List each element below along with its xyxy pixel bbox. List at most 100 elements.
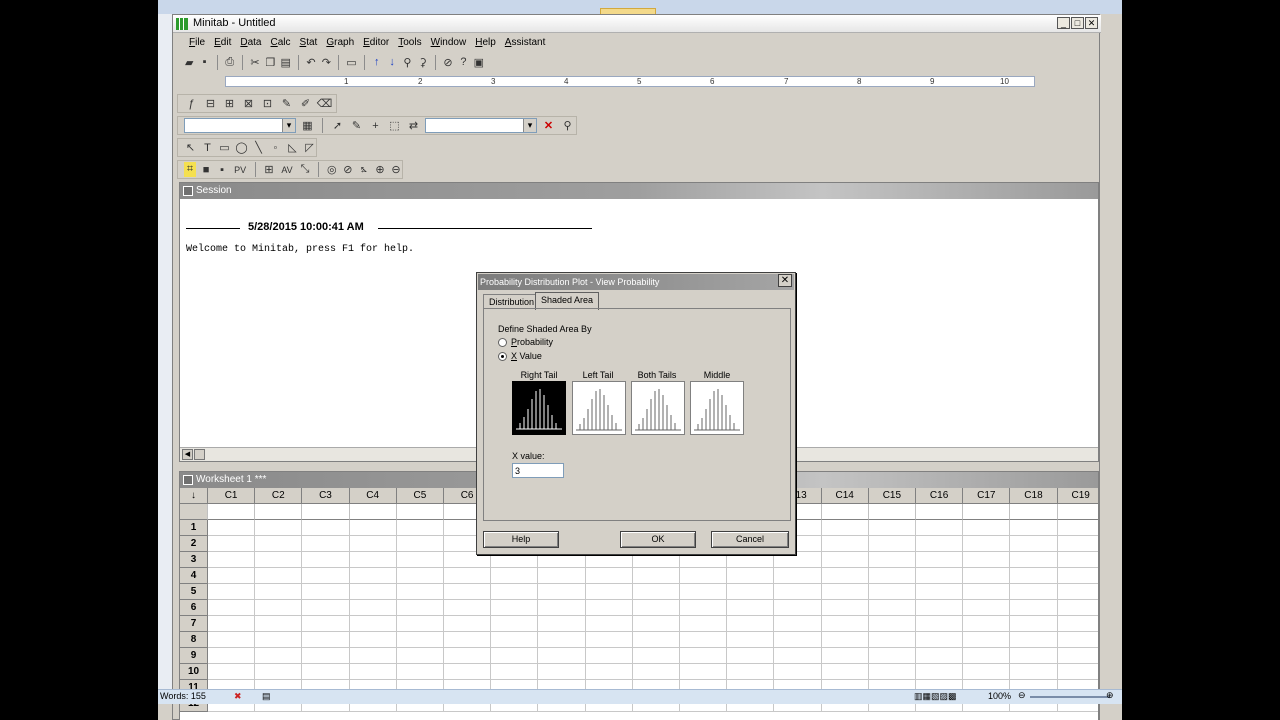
pv-icon[interactable]: PV (232, 162, 248, 177)
worksheet-cell[interactable] (538, 584, 586, 600)
line-tool-icon[interactable]: ╲ (252, 140, 265, 155)
worksheet-cell[interactable] (680, 616, 728, 632)
probability-radio[interactable] (498, 338, 507, 347)
worksheet-cell[interactable] (1057, 648, 1098, 664)
arrow-up-icon[interactable]: ↑ (371, 55, 383, 70)
worksheet-cell[interactable] (774, 616, 822, 632)
worksheet-cell[interactable] (680, 584, 728, 600)
delete-red-x-icon[interactable]: ✕ (541, 118, 556, 133)
graph-item-combo[interactable] (184, 118, 296, 133)
worksheet-cell[interactable] (963, 632, 1011, 648)
worksheet-cell[interactable] (632, 616, 680, 632)
word-count[interactable]: Words: 155 (160, 691, 206, 701)
worksheet-cell[interactable] (444, 568, 492, 584)
column-name-cell[interactable] (349, 504, 397, 520)
worksheet-cell[interactable] (774, 632, 822, 648)
worksheet-cell[interactable] (302, 600, 350, 616)
zoom-in-icon[interactable]: ⊕ (1106, 690, 1114, 701)
worksheet-cell[interactable] (1057, 600, 1098, 616)
row-header[interactable]: 2 (180, 536, 208, 552)
worksheet-cell[interactable] (538, 664, 586, 680)
worksheet-cell[interactable] (963, 648, 1011, 664)
worksheet-cell[interactable] (444, 600, 492, 616)
worksheet-cell[interactable] (349, 632, 397, 648)
worksheet-cell[interactable] (680, 568, 728, 584)
worksheet-cell[interactable] (774, 584, 822, 600)
undo-icon[interactable]: ↶ (305, 55, 317, 70)
worksheet-cell[interactable] (868, 584, 916, 600)
worksheet-cell[interactable] (632, 664, 680, 680)
worksheet-cell[interactable] (774, 648, 822, 664)
worksheet-cell[interactable] (727, 568, 775, 584)
menu-help[interactable]: Help (475, 37, 496, 48)
worksheet-cell[interactable] (868, 648, 916, 664)
worksheet-cell[interactable] (821, 584, 869, 600)
worksheet-cell[interactable] (963, 552, 1011, 568)
tilt-icon[interactable]: ⊘ (342, 162, 354, 177)
worksheet-cell[interactable] (821, 536, 869, 552)
worksheet-cell[interactable] (255, 568, 303, 584)
select-arrow-icon[interactable]: ➚ (330, 118, 345, 133)
worksheet-cell[interactable] (349, 520, 397, 536)
minimize-button[interactable]: _ (1057, 17, 1070, 29)
show-windows-icon[interactable]: ▣ (473, 55, 485, 70)
column-name-cell[interactable] (1057, 504, 1098, 520)
row-header[interactable]: 8 (180, 632, 208, 648)
worksheet-cell[interactable] (963, 520, 1011, 536)
worksheet-cell[interactable] (821, 568, 869, 584)
edit-item-icon[interactable]: ▦ (300, 118, 315, 133)
zoom-out-3d-icon[interactable]: ⊖ (390, 162, 402, 177)
frame-icon[interactable]: ⊞ (263, 162, 275, 177)
copy-icon[interactable]: ❐ (264, 55, 276, 70)
worksheet-cell[interactable] (821, 664, 869, 680)
column-name-cell[interactable] (396, 504, 444, 520)
worksheet-cell[interactable] (680, 632, 728, 648)
worksheet-cell[interactable] (632, 568, 680, 584)
worksheet-cell[interactable] (255, 616, 303, 632)
column-header[interactable]: C16 (916, 488, 964, 504)
worksheet-cell[interactable] (444, 616, 492, 632)
worksheet-cell[interactable] (302, 520, 350, 536)
worksheet-cell[interactable] (349, 536, 397, 552)
worksheet-cell[interactable] (538, 632, 586, 648)
column-header[interactable]: C17 (963, 488, 1011, 504)
insert-rows-icon[interactable]: ⊞ (222, 96, 237, 111)
worksheet-cell[interactable] (963, 616, 1011, 632)
worksheet-cell[interactable] (1010, 552, 1058, 568)
worksheet-cell[interactable] (208, 552, 256, 568)
worksheet-cell[interactable] (1057, 632, 1098, 648)
menu-tools[interactable]: Tools (398, 37, 421, 48)
worksheet-cell[interactable] (868, 568, 916, 584)
worksheet-cell[interactable] (491, 600, 539, 616)
ellipse-tool-icon[interactable]: ◯ (235, 140, 248, 155)
worksheet-cell[interactable] (349, 584, 397, 600)
worksheet-cell[interactable] (396, 632, 444, 648)
worksheet-cell[interactable] (255, 552, 303, 568)
worksheet-cell[interactable] (1057, 520, 1098, 536)
worksheet-cell[interactable] (680, 664, 728, 680)
worksheet-cell[interactable] (255, 664, 303, 680)
worksheet-cell[interactable] (396, 520, 444, 536)
worksheet-cell[interactable] (349, 648, 397, 664)
worksheet-cell[interactable] (208, 584, 256, 600)
worksheet-cell[interactable] (396, 616, 444, 632)
middle-option[interactable] (690, 381, 744, 435)
worksheet-cell[interactable] (585, 584, 633, 600)
worksheet-cell[interactable] (916, 536, 964, 552)
brush-icon[interactable]: ✎ (279, 96, 294, 111)
scroll-thumb[interactable] (194, 449, 205, 460)
swap-icon[interactable]: ⇄ (406, 118, 421, 133)
worksheet-cell[interactable] (585, 664, 633, 680)
xvalue-radio[interactable] (498, 352, 507, 361)
worksheet-cell[interactable] (774, 600, 822, 616)
worksheet-cell[interactable] (208, 520, 256, 536)
dialog-close-icon[interactable]: ✕ (778, 274, 792, 287)
edit-last-dialog-icon[interactable]: ▭ (345, 55, 357, 70)
worksheet-cell[interactable] (538, 616, 586, 632)
menu-calc[interactable]: Calc (271, 37, 291, 48)
row-header[interactable]: 4 (180, 568, 208, 584)
worksheet-cell[interactable] (349, 568, 397, 584)
brush-tool-icon[interactable]: ✎ (349, 118, 364, 133)
left-tail-option[interactable] (572, 381, 626, 435)
worksheet-cell[interactable] (255, 520, 303, 536)
